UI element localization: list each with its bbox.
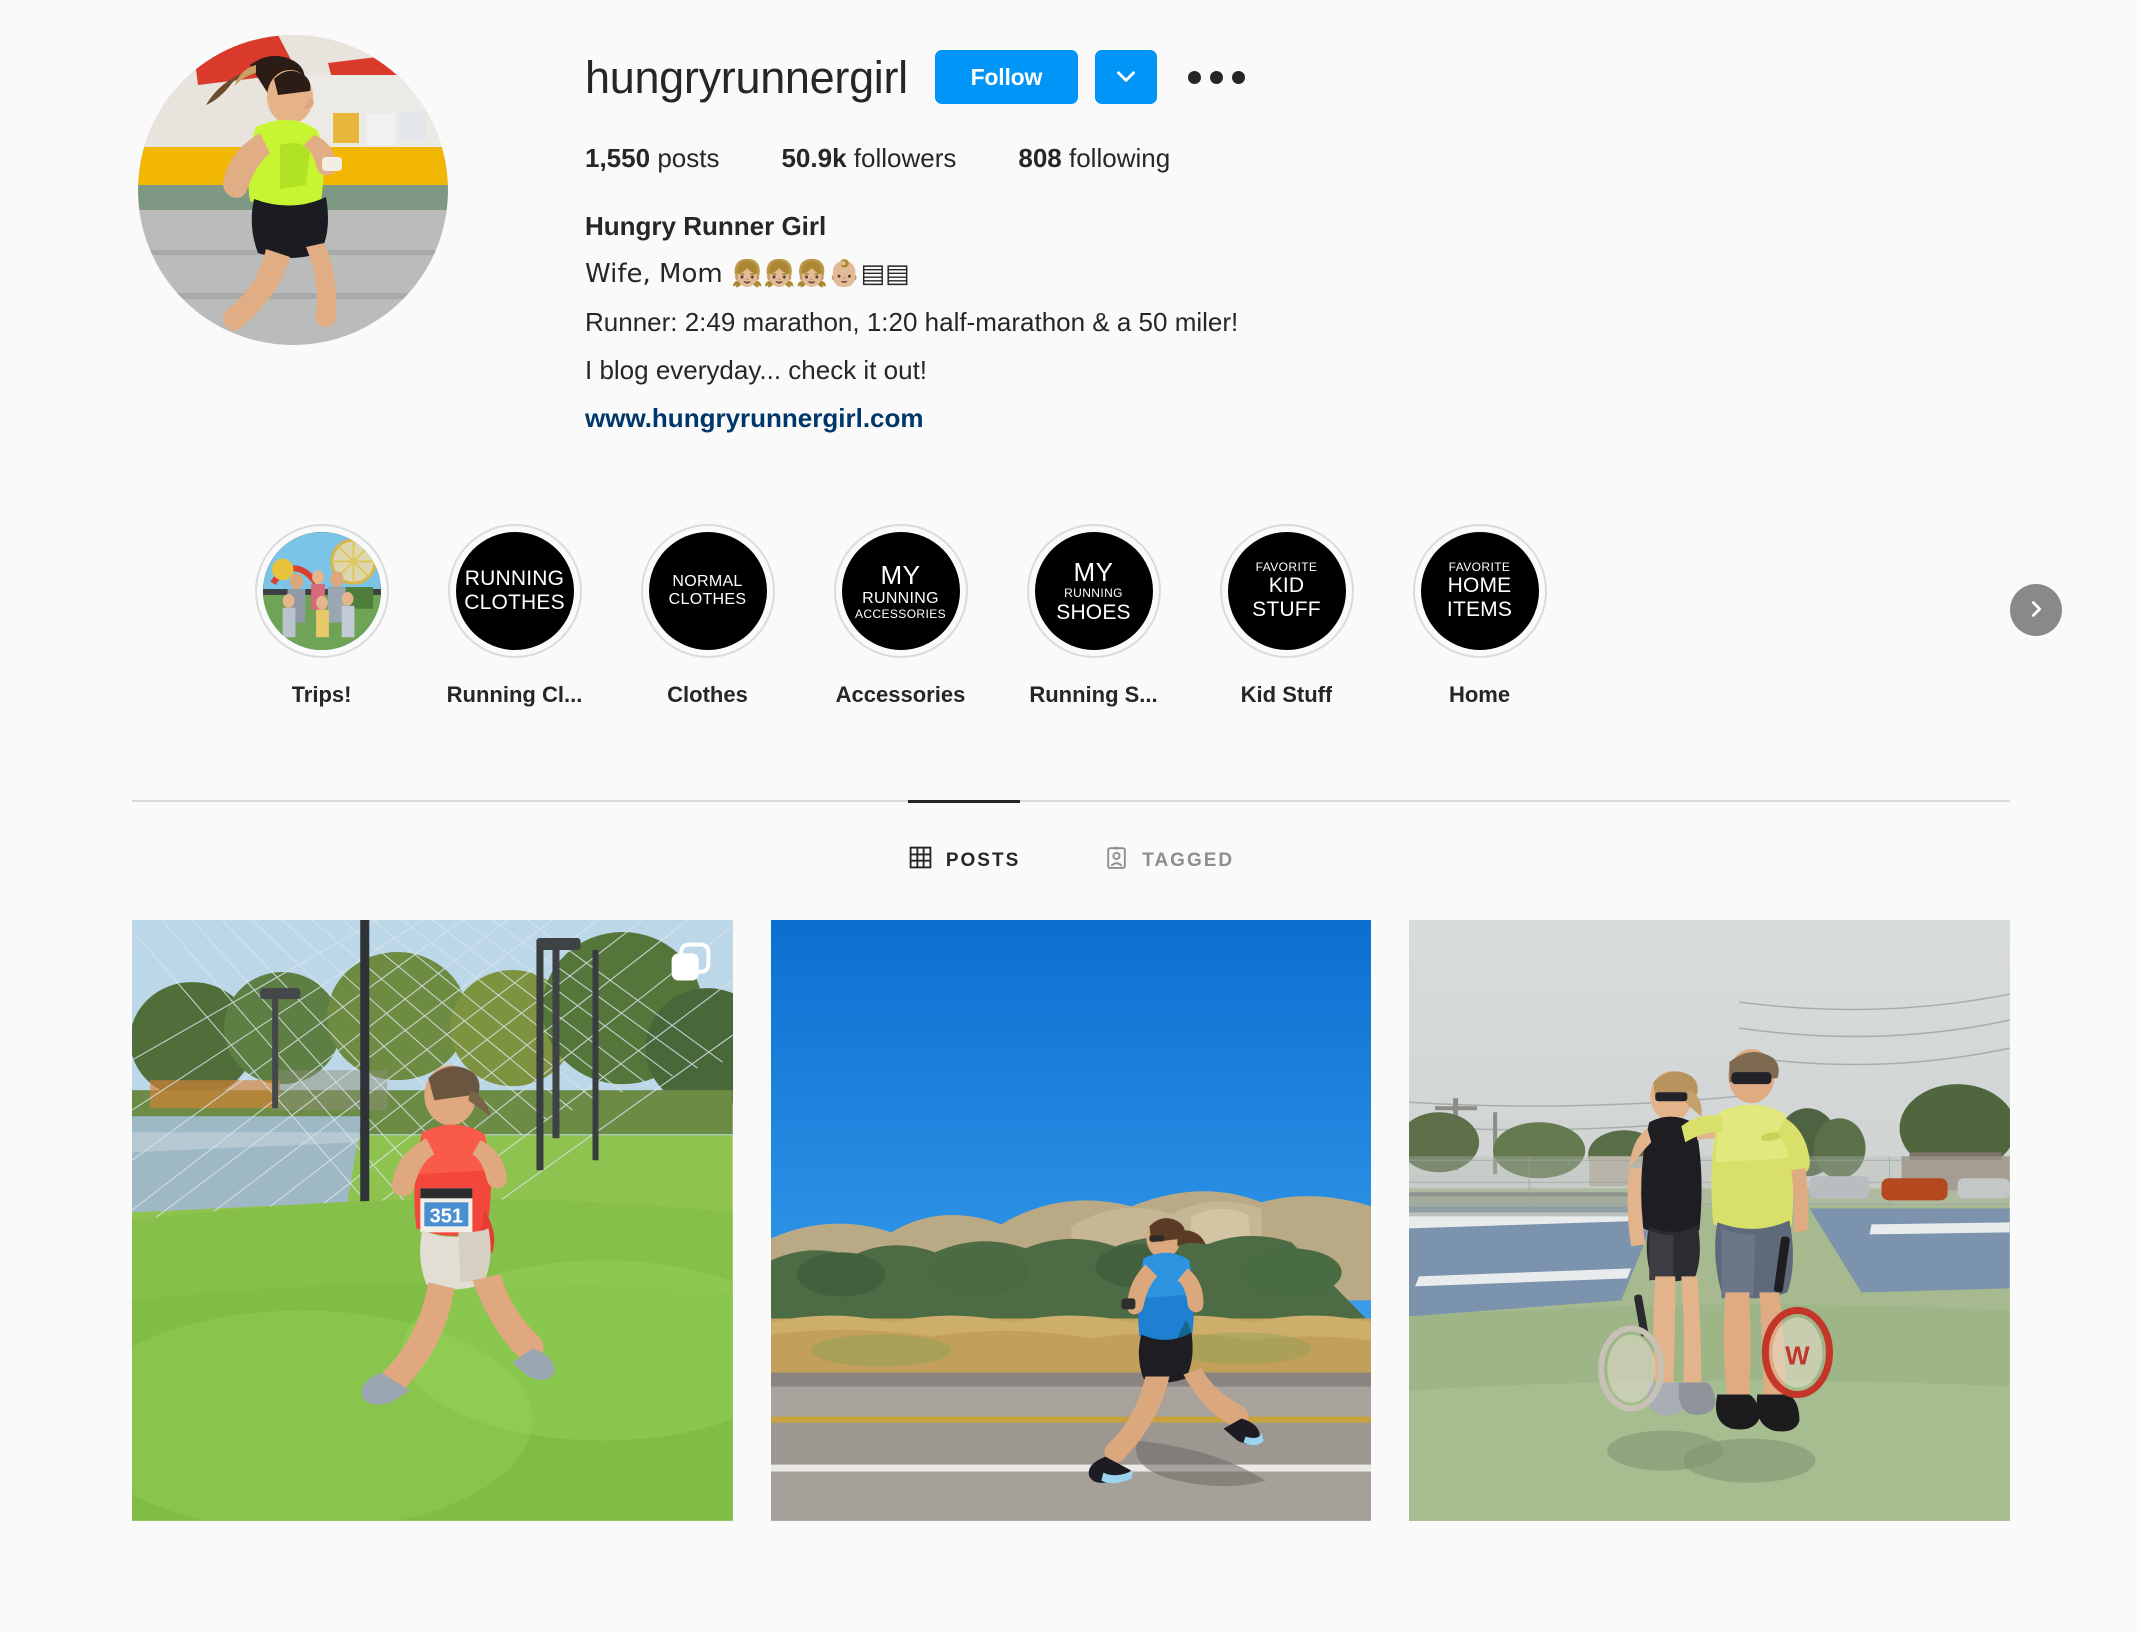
highlight-kid-stuff[interactable]: FAVORITE KID STUFF Kid Stuff [1190,524,1383,708]
profile-bio: Hungry Runner Girl Wife, Mom 👧🏼👧🏼👧🏼👶🏼▤▤ … [585,202,2140,442]
tab-posts-label: POSTS [945,849,1021,871]
post-cell[interactable]: W [1409,920,2010,1521]
stat-following[interactable]: 808 following [1018,143,1170,174]
highlight-cover-line-3: STUFF [1252,597,1321,621]
highlight-cover-line-1: MY [1073,556,1114,587]
chevron-right-icon [2025,598,2047,623]
highlight-clothes[interactable]: NORMAL CLOTHES Clothes [611,524,804,708]
grid-icon [908,845,933,876]
highlight-ring: FAVORITE HOME ITEMS [1412,524,1547,658]
highlight-cover-text: NORMAL CLOTHES [648,532,767,650]
highlight-cover-line-1: MY [880,559,921,590]
highlight-ring: MY RUNNING SHOES [1026,524,1161,658]
carousel-icon [669,942,711,984]
highlight-cover-text: FAVORITE HOME ITEMS [1420,532,1539,650]
follow-dropdown-button[interactable] [1094,50,1157,104]
tab-tagged[interactable]: TAGGED [1104,800,1234,885]
post-grid: 351 W [0,920,2140,1521]
trips-cover-image [262,532,381,650]
tab-tagged-label: TAGGED [1142,849,1235,871]
highlight-label: Trips! [291,682,352,707]
highlight-cover-line-1: NORMAL [672,573,743,591]
highlight-cover-line-1: FAVORITE [1255,559,1318,574]
highlight-ring: FAVORITE KID STUFF [1219,524,1354,658]
highlight-label: Home [1448,682,1511,707]
highlight-label: Running S... [1029,682,1158,707]
instagram-profile-page: hungryrunnergirl Follow 1,550 posts 50.9… [0,0,2140,1632]
story-highlights: Trips! RUNNING CLOTHES Running Cl... NOR… [0,524,2140,708]
post-image-1: 351 [132,920,733,1521]
svg-text:351: 351 [430,1205,463,1227]
stat-following-value: 808 [1018,143,1062,173]
highlight-label: Clothes [667,682,748,707]
highlight-cover-line-2: HOME [1447,574,1512,598]
stat-posts-value: 1,550 [585,143,651,173]
highlight-cover-line-1: FAVORITE [1448,559,1511,574]
more-options-button[interactable] [1184,63,1249,92]
bio-full-name: Hungry Runner Girl [585,211,827,241]
profile-info-column: hungryrunnergirl Follow 1,550 posts 50.9… [585,30,2140,442]
post-cell[interactable] [770,920,1372,1521]
highlight-cover-text: MY RUNNING ACCESSORIES [841,532,960,650]
more-options-dot-1 [1187,70,1201,84]
stat-following-label: following [1069,143,1171,173]
avatar-column [0,30,585,442]
profile-tabs: POSTS TAGGED [132,800,2010,885]
stat-posts-label: posts [657,143,720,173]
highlight-running-shoes[interactable]: MY RUNNING SHOES Running S... [997,524,1190,708]
bio-line-blog: I blog everyday... check it out! [585,355,928,385]
highlight-cover-photo [262,532,381,650]
page-title: hungryrunnergirl [585,51,908,103]
stat-followers-value: 50.9k [781,143,847,173]
avatar[interactable] [137,35,448,345]
highlight-ring: RUNNING CLOTHES [447,524,582,658]
follow-button[interactable]: Follow [934,50,1078,104]
highlight-accessories[interactable]: MY RUNNING ACCESSORIES Accessories [804,524,997,708]
highlight-cover-text: FAVORITE KID STUFF [1227,532,1346,650]
bio-line-family: Wife, Mom 👧🏼👧🏼👧🏼👶🏼▤▤ [585,259,910,289]
profile-stats: 1,550 posts 50.9k followers 808 followin… [585,143,2140,174]
avatar-image [137,35,448,345]
stat-posts[interactable]: 1,550 posts [585,143,719,174]
highlight-home[interactable]: FAVORITE HOME ITEMS Home [1383,524,1576,708]
highlight-label: Running Cl... [446,682,583,707]
svg-text:W: W [1785,1340,1810,1370]
post-image-2 [770,920,1372,1521]
highlight-label: Accessories [835,682,966,707]
stat-followers[interactable]: 50.9k followers [781,143,956,174]
highlight-cover-text: MY RUNNING SHOES [1034,532,1153,650]
post-cell[interactable]: 351 [132,920,733,1521]
highlight-label: Kid Stuff [1240,682,1333,707]
highlight-ring [254,524,389,658]
highlight-ring: NORMAL CLOTHES [640,524,775,658]
highlight-cover-line-2: RUNNING [1064,586,1123,601]
highlight-cover-line-3: SHOES [1056,600,1131,624]
tab-posts[interactable]: POSTS [907,800,1021,885]
profile-header: hungryrunnergirl Follow 1,550 posts 50.9… [0,0,2140,442]
post-image-3: W [1409,920,2010,1521]
bio-line-running: Runner: 2:49 marathon, 1:20 half-maratho… [585,307,1239,337]
highlight-trips[interactable]: Trips! [225,524,418,708]
highlight-cover-line-3: ACCESSORIES [854,606,947,621]
highlight-cover-line-1: RUNNING [464,567,565,591]
bio-website-link[interactable]: www.hungryrunnergirl.com [585,403,924,433]
highlight-cover-line-2: CLOTHES [464,591,565,614]
highlight-cover-line-2: CLOTHES [668,591,747,608]
highlight-cover-line-3: ITEMS [1446,597,1513,621]
highlight-cover-line-2: RUNNING [862,589,939,607]
more-options-dot-2 [1209,70,1223,84]
highlight-cover-text: RUNNING CLOTHES [455,532,574,650]
highlight-running-clothes[interactable]: RUNNING CLOTHES Running Cl... [418,524,611,708]
highlights-next-button[interactable] [2010,584,2062,636]
highlight-ring: MY RUNNING ACCESSORIES [833,524,968,658]
chevron-down-icon [1113,63,1139,92]
more-options-dot-3 [1231,70,1245,84]
highlight-cover-line-2: KID [1268,574,1305,598]
username-row: hungryrunnergirl Follow [585,44,2140,110]
tagged-person-icon [1104,845,1129,876]
stat-followers-label: followers [853,143,957,173]
